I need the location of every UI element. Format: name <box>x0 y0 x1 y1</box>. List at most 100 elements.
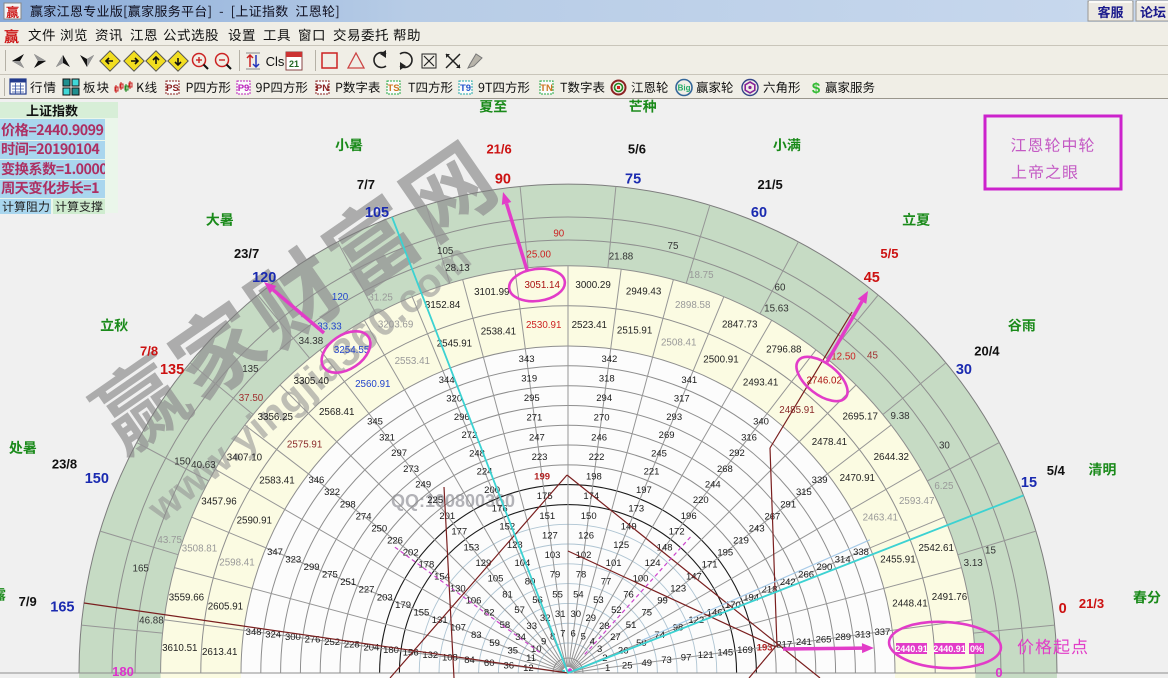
svg-text:247: 247 <box>529 432 545 443</box>
svg-text:297: 297 <box>391 448 407 459</box>
svg-text:241: 241 <box>796 637 812 648</box>
svg-text:2553.41: 2553.41 <box>395 356 430 367</box>
svg-text:3203.69: 3203.69 <box>378 320 413 331</box>
svg-text:172: 172 <box>669 527 685 538</box>
svg-text:317: 317 <box>674 394 690 405</box>
svg-text:3152.84: 3152.84 <box>425 300 461 311</box>
svg-text:226: 226 <box>387 535 403 546</box>
svg-text:108: 108 <box>442 653 458 664</box>
svg-text:Cls: Cls <box>266 54 285 69</box>
svg-text:34.38: 34.38 <box>299 336 324 347</box>
svg-text:45: 45 <box>867 351 878 362</box>
svg-text:2560.91: 2560.91 <box>355 379 390 390</box>
svg-text:31.25: 31.25 <box>368 292 393 303</box>
svg-text:345: 345 <box>367 417 383 428</box>
svg-text:178: 178 <box>418 560 434 571</box>
svg-text:197: 197 <box>636 485 652 496</box>
svg-text:2695.17: 2695.17 <box>842 412 877 423</box>
svg-text:195: 195 <box>717 548 733 559</box>
svg-text:25: 25 <box>622 660 633 671</box>
svg-text:2530.91: 2530.91 <box>526 320 561 331</box>
svg-text:271: 271 <box>526 413 542 424</box>
svg-text:$: $ <box>812 80 821 97</box>
svg-text:295: 295 <box>524 393 540 404</box>
svg-text:3.13: 3.13 <box>964 558 984 569</box>
svg-text:30: 30 <box>956 362 972 378</box>
svg-text:5/4: 5/4 <box>1047 463 1066 478</box>
svg-text:21/5: 21/5 <box>757 177 782 192</box>
svg-text:3101.99: 3101.99 <box>474 287 509 298</box>
svg-text:78: 78 <box>576 570 587 581</box>
svg-text:6.25: 6.25 <box>934 481 954 492</box>
svg-text:51: 51 <box>626 620 637 631</box>
svg-text:123: 123 <box>670 584 686 595</box>
svg-text:346: 346 <box>308 475 324 486</box>
svg-text:107: 107 <box>450 623 466 634</box>
svg-text:180: 180 <box>112 664 134 678</box>
svg-text:46.88: 46.88 <box>139 615 164 626</box>
svg-text:129: 129 <box>475 558 491 569</box>
svg-text:TN: TN <box>540 83 553 94</box>
svg-text:3457.96: 3457.96 <box>201 497 237 508</box>
svg-text:83: 83 <box>471 630 482 641</box>
svg-text:269: 269 <box>659 430 675 441</box>
svg-text:145: 145 <box>717 648 733 659</box>
svg-text:Big: Big <box>678 84 691 93</box>
svg-text:2478.41: 2478.41 <box>812 437 847 448</box>
svg-text:2847.73: 2847.73 <box>722 319 758 330</box>
svg-text:5/6: 5/6 <box>628 142 646 157</box>
svg-text:5: 5 <box>581 631 586 642</box>
svg-text:2515.91: 2515.91 <box>617 326 652 337</box>
svg-text:337: 337 <box>874 627 890 638</box>
svg-text:3: 3 <box>597 644 602 655</box>
svg-text:196: 196 <box>681 511 697 522</box>
svg-text:274: 274 <box>356 511 372 522</box>
svg-text:273: 273 <box>403 464 419 475</box>
svg-text:7: 7 <box>560 629 565 640</box>
svg-text:101: 101 <box>606 558 622 569</box>
svg-text:3508.81: 3508.81 <box>182 544 217 555</box>
svg-text:PN: PN <box>316 83 329 94</box>
svg-text:289: 289 <box>835 632 851 643</box>
svg-text:54: 54 <box>573 589 584 600</box>
svg-text:75: 75 <box>625 171 641 187</box>
svg-text:318: 318 <box>599 373 615 384</box>
svg-text:52: 52 <box>611 605 622 616</box>
svg-text:245: 245 <box>651 448 667 459</box>
svg-text:28.13: 28.13 <box>445 263 470 274</box>
svg-text:6: 6 <box>571 629 576 640</box>
svg-text:75: 75 <box>642 608 653 619</box>
svg-text:9: 9 <box>541 637 546 648</box>
svg-text:265: 265 <box>816 635 832 646</box>
svg-text:127: 127 <box>542 531 558 542</box>
svg-text:0%: 0% <box>970 644 983 654</box>
svg-text:2583.41: 2583.41 <box>259 476 294 487</box>
svg-text:121: 121 <box>698 650 714 661</box>
svg-text:125: 125 <box>613 540 629 551</box>
svg-text:49: 49 <box>642 658 653 669</box>
svg-text:2463.41: 2463.41 <box>863 513 898 524</box>
svg-text:2440.91: 2440.91 <box>933 644 966 654</box>
svg-text:29: 29 <box>586 613 597 624</box>
svg-text:105: 105 <box>437 246 454 257</box>
svg-text:268: 268 <box>717 464 733 475</box>
svg-text:2523.41: 2523.41 <box>572 320 607 331</box>
svg-text:31: 31 <box>555 609 566 620</box>
svg-text:2493.41: 2493.41 <box>743 377 778 388</box>
svg-text:7/9: 7/9 <box>19 594 37 609</box>
svg-text:30: 30 <box>571 609 582 620</box>
svg-text:57: 57 <box>514 605 525 616</box>
svg-text:37.50: 37.50 <box>239 393 264 404</box>
svg-text:36: 36 <box>504 660 515 671</box>
svg-text:2613.41: 2613.41 <box>202 647 237 658</box>
svg-text:2598.41: 2598.41 <box>219 558 254 569</box>
svg-text:347: 347 <box>267 547 283 558</box>
svg-text:198: 198 <box>586 472 602 483</box>
svg-text:250: 250 <box>371 523 387 534</box>
svg-text:313: 313 <box>855 629 871 640</box>
svg-text:60: 60 <box>484 658 495 669</box>
svg-text:203: 203 <box>377 592 393 603</box>
svg-text:30: 30 <box>939 440 950 451</box>
svg-text:201: 201 <box>439 511 455 522</box>
svg-text:15.63: 15.63 <box>764 304 789 315</box>
